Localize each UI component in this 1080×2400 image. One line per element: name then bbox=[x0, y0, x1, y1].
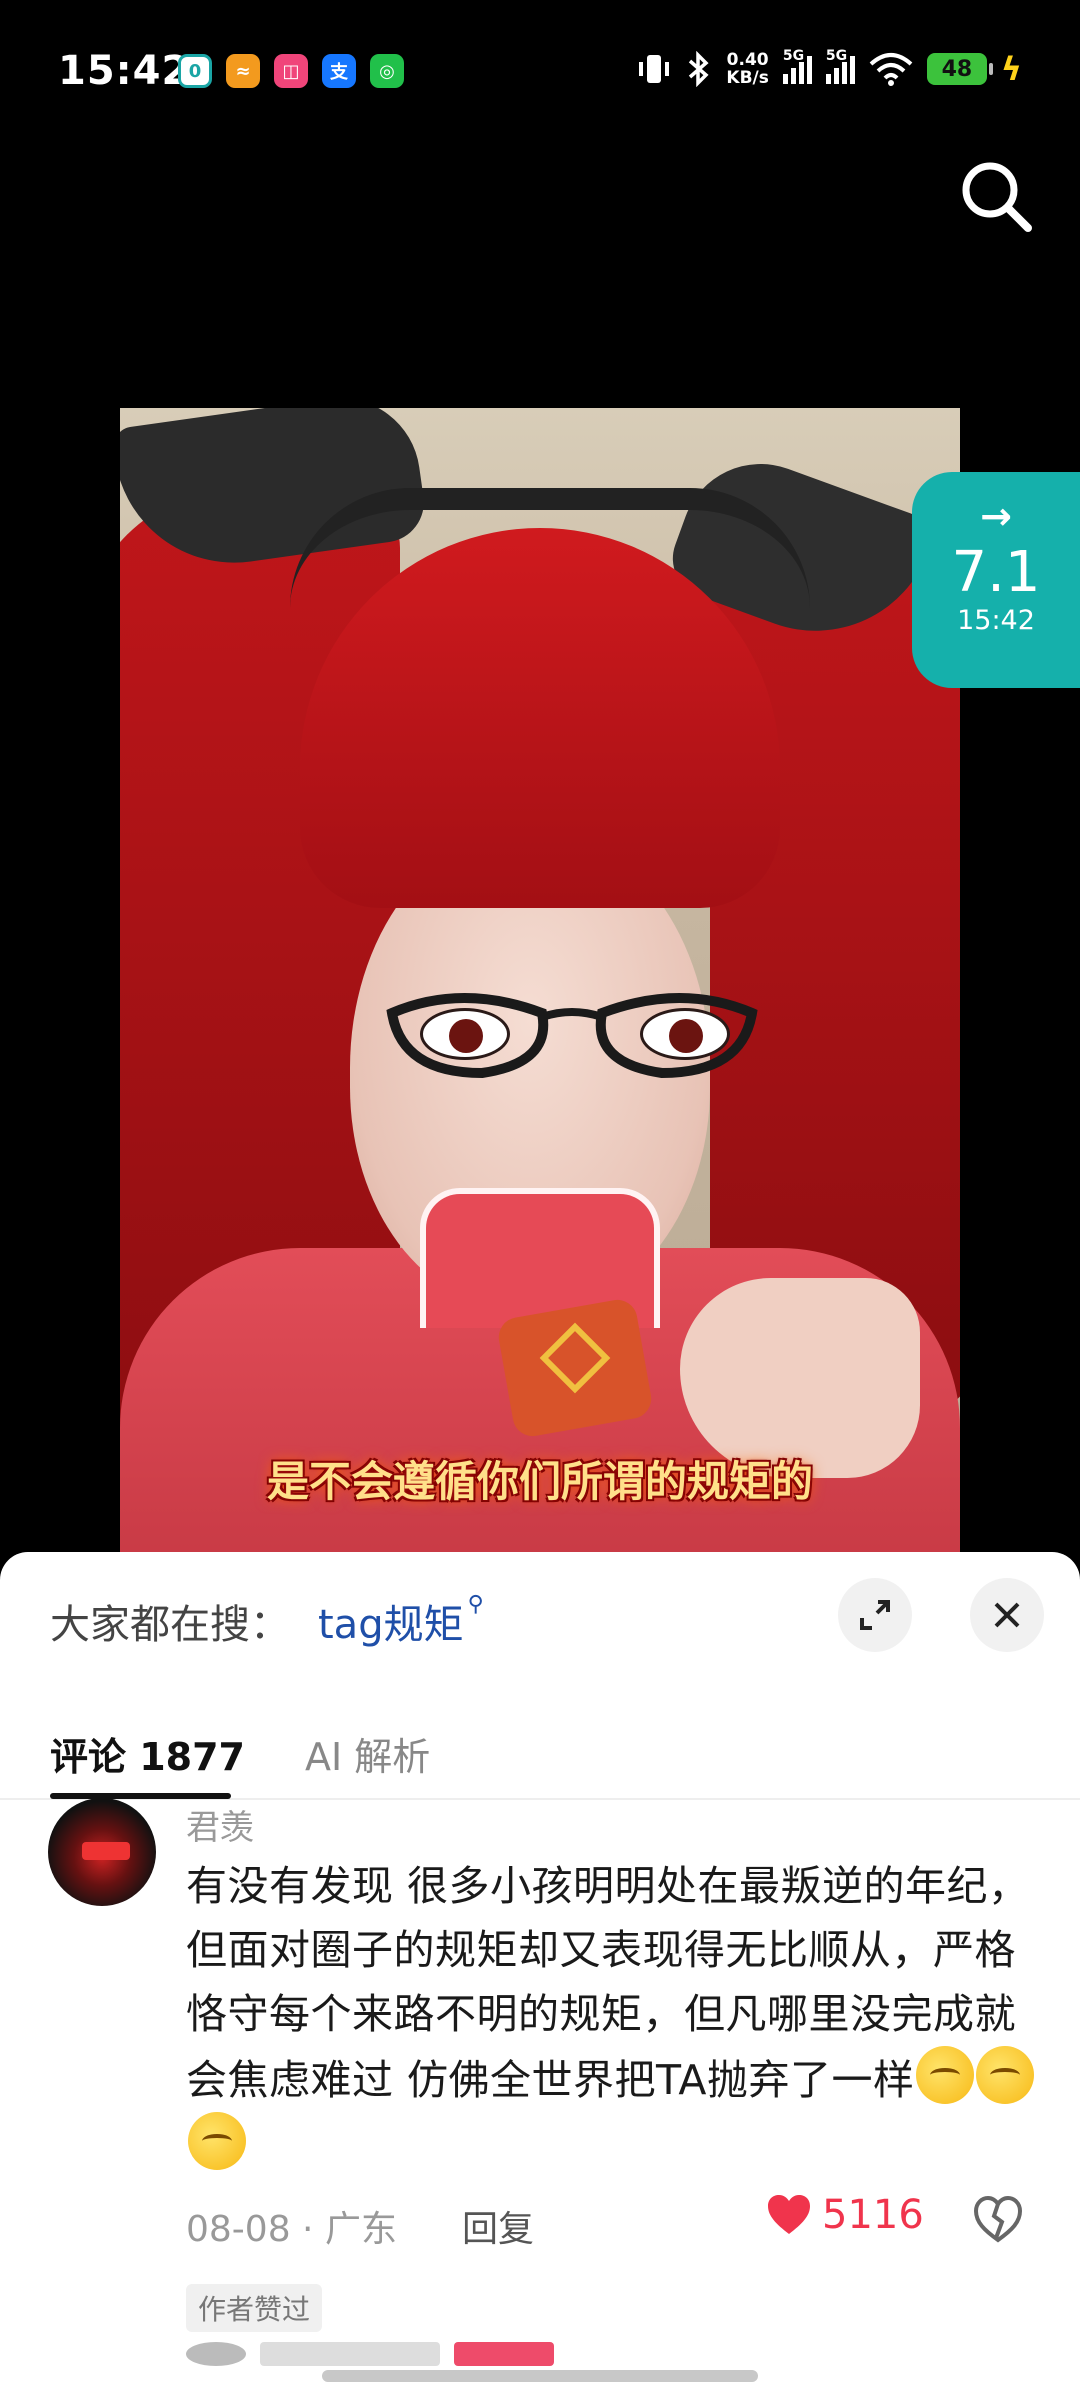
tab-ai-analysis[interactable]: AI 解析 bbox=[305, 1726, 430, 1781]
net-speed-unit: KB/s bbox=[726, 68, 769, 88]
broken-heart-icon[interactable] bbox=[972, 2194, 1024, 2246]
heart-icon bbox=[768, 2195, 810, 2234]
small-search-icon: ⚲ bbox=[467, 1592, 484, 1617]
dizzy-emoji-icon bbox=[916, 2046, 975, 2104]
comments-panel: 大家都在搜： tag规矩 ⚲ 评论 1877 AI 解析 君羡 有没有发现 很多小… bbox=[0, 1552, 1080, 2400]
video-caption: 是不会遵循你们所谓的规矩的 bbox=[266, 1457, 813, 1506]
comment-body[interactable]: 有没有发现 很多小孩明明处在最叛逆的年纪，但面对圈子的规矩却又表现得无比顺从，严… bbox=[186, 1854, 1046, 2178]
orange-app-icon: ≈ bbox=[226, 54, 260, 88]
sim1-label: 5G bbox=[782, 48, 805, 64]
signal-sim2-icon: 5G bbox=[825, 48, 855, 84]
green-square-app-icon: 0 bbox=[178, 54, 212, 88]
comment-username[interactable]: 君羡 bbox=[186, 1800, 254, 1849]
active-tab-indicator bbox=[50, 1793, 231, 1799]
hot-search-term: tag规矩 bbox=[318, 1602, 464, 1648]
system-indicators: 0.40 KB/s 5G 5G 48 ϟ bbox=[636, 48, 1022, 88]
comment-text: 有没有发现 很多小孩明明处在最叛逆的年纪，但面对圈子的规矩却又表现得无比顺从，严… bbox=[186, 1862, 1030, 2104]
wifi-icon bbox=[869, 53, 913, 86]
wechat-icon: ◎ bbox=[370, 54, 404, 88]
comment-date-location: 08-08 · 广东 bbox=[186, 2209, 397, 2250]
hot-search-label: 大家都在搜： bbox=[50, 1602, 290, 1648]
dizzy-emoji-icon bbox=[188, 2112, 246, 2170]
net-speed: 0.40 KB/s bbox=[726, 51, 768, 87]
author-liked-tag: 作者赞过 bbox=[186, 2284, 323, 2332]
net-speed-value: 0.40 bbox=[726, 50, 769, 70]
share-pill-version: 7.1 bbox=[951, 540, 1041, 605]
notification-icons: 0 ≈ ◫ 支 ◎ bbox=[178, 54, 404, 88]
status-bar: 15:42 0 ≈ ◫ 支 ◎ 0.40 KB/s 5G 5G 48 ϟ bbox=[0, 0, 1080, 140]
like-count: 5116 bbox=[822, 2192, 924, 2238]
bluetooth-icon bbox=[689, 51, 709, 87]
arrow-right-icon: → bbox=[980, 494, 1012, 538]
battery-indicator: 48 bbox=[926, 53, 993, 85]
expand-icon bbox=[860, 1600, 890, 1630]
vibrate-icon bbox=[639, 55, 670, 83]
alipay-icon: 支 bbox=[322, 54, 356, 88]
video-player[interactable]: 是不会遵循你们所谓的规矩的 bbox=[120, 408, 960, 1558]
expand-button[interactable] bbox=[838, 1578, 912, 1652]
search-icon[interactable] bbox=[956, 156, 1036, 236]
clock: 15:42 bbox=[58, 48, 191, 94]
comment-tabs: 评论 1877 AI 解析 bbox=[0, 1702, 1080, 1800]
hot-search-link[interactable]: tag规矩 ⚲ bbox=[318, 1592, 484, 1650]
charging-icon: ϟ bbox=[1000, 50, 1022, 88]
share-pill-time: 15:42 bbox=[957, 605, 1035, 636]
dizzy-emoji-icon bbox=[976, 2046, 1035, 2104]
video-figure-glasses bbox=[386, 993, 758, 1079]
next-comment-peek bbox=[186, 2342, 686, 2372]
sim2-label: 5G bbox=[825, 48, 848, 64]
pink-app-icon: ◫ bbox=[274, 54, 308, 88]
home-indicator[interactable] bbox=[322, 2370, 758, 2382]
close-icon bbox=[994, 1602, 1020, 1628]
signal-sim1-icon: 5G bbox=[782, 48, 812, 84]
tab-comments[interactable]: 评论 1877 bbox=[50, 1726, 245, 1781]
share-pill-button[interactable]: → 7.1 15:42 bbox=[912, 472, 1080, 688]
close-button[interactable] bbox=[970, 1578, 1044, 1652]
avatar[interactable] bbox=[48, 1798, 156, 1906]
reply-button[interactable]: 回复 bbox=[462, 2200, 534, 2252]
like-button[interactable]: 5116 bbox=[766, 2192, 924, 2238]
video-figure-headband bbox=[290, 488, 810, 608]
